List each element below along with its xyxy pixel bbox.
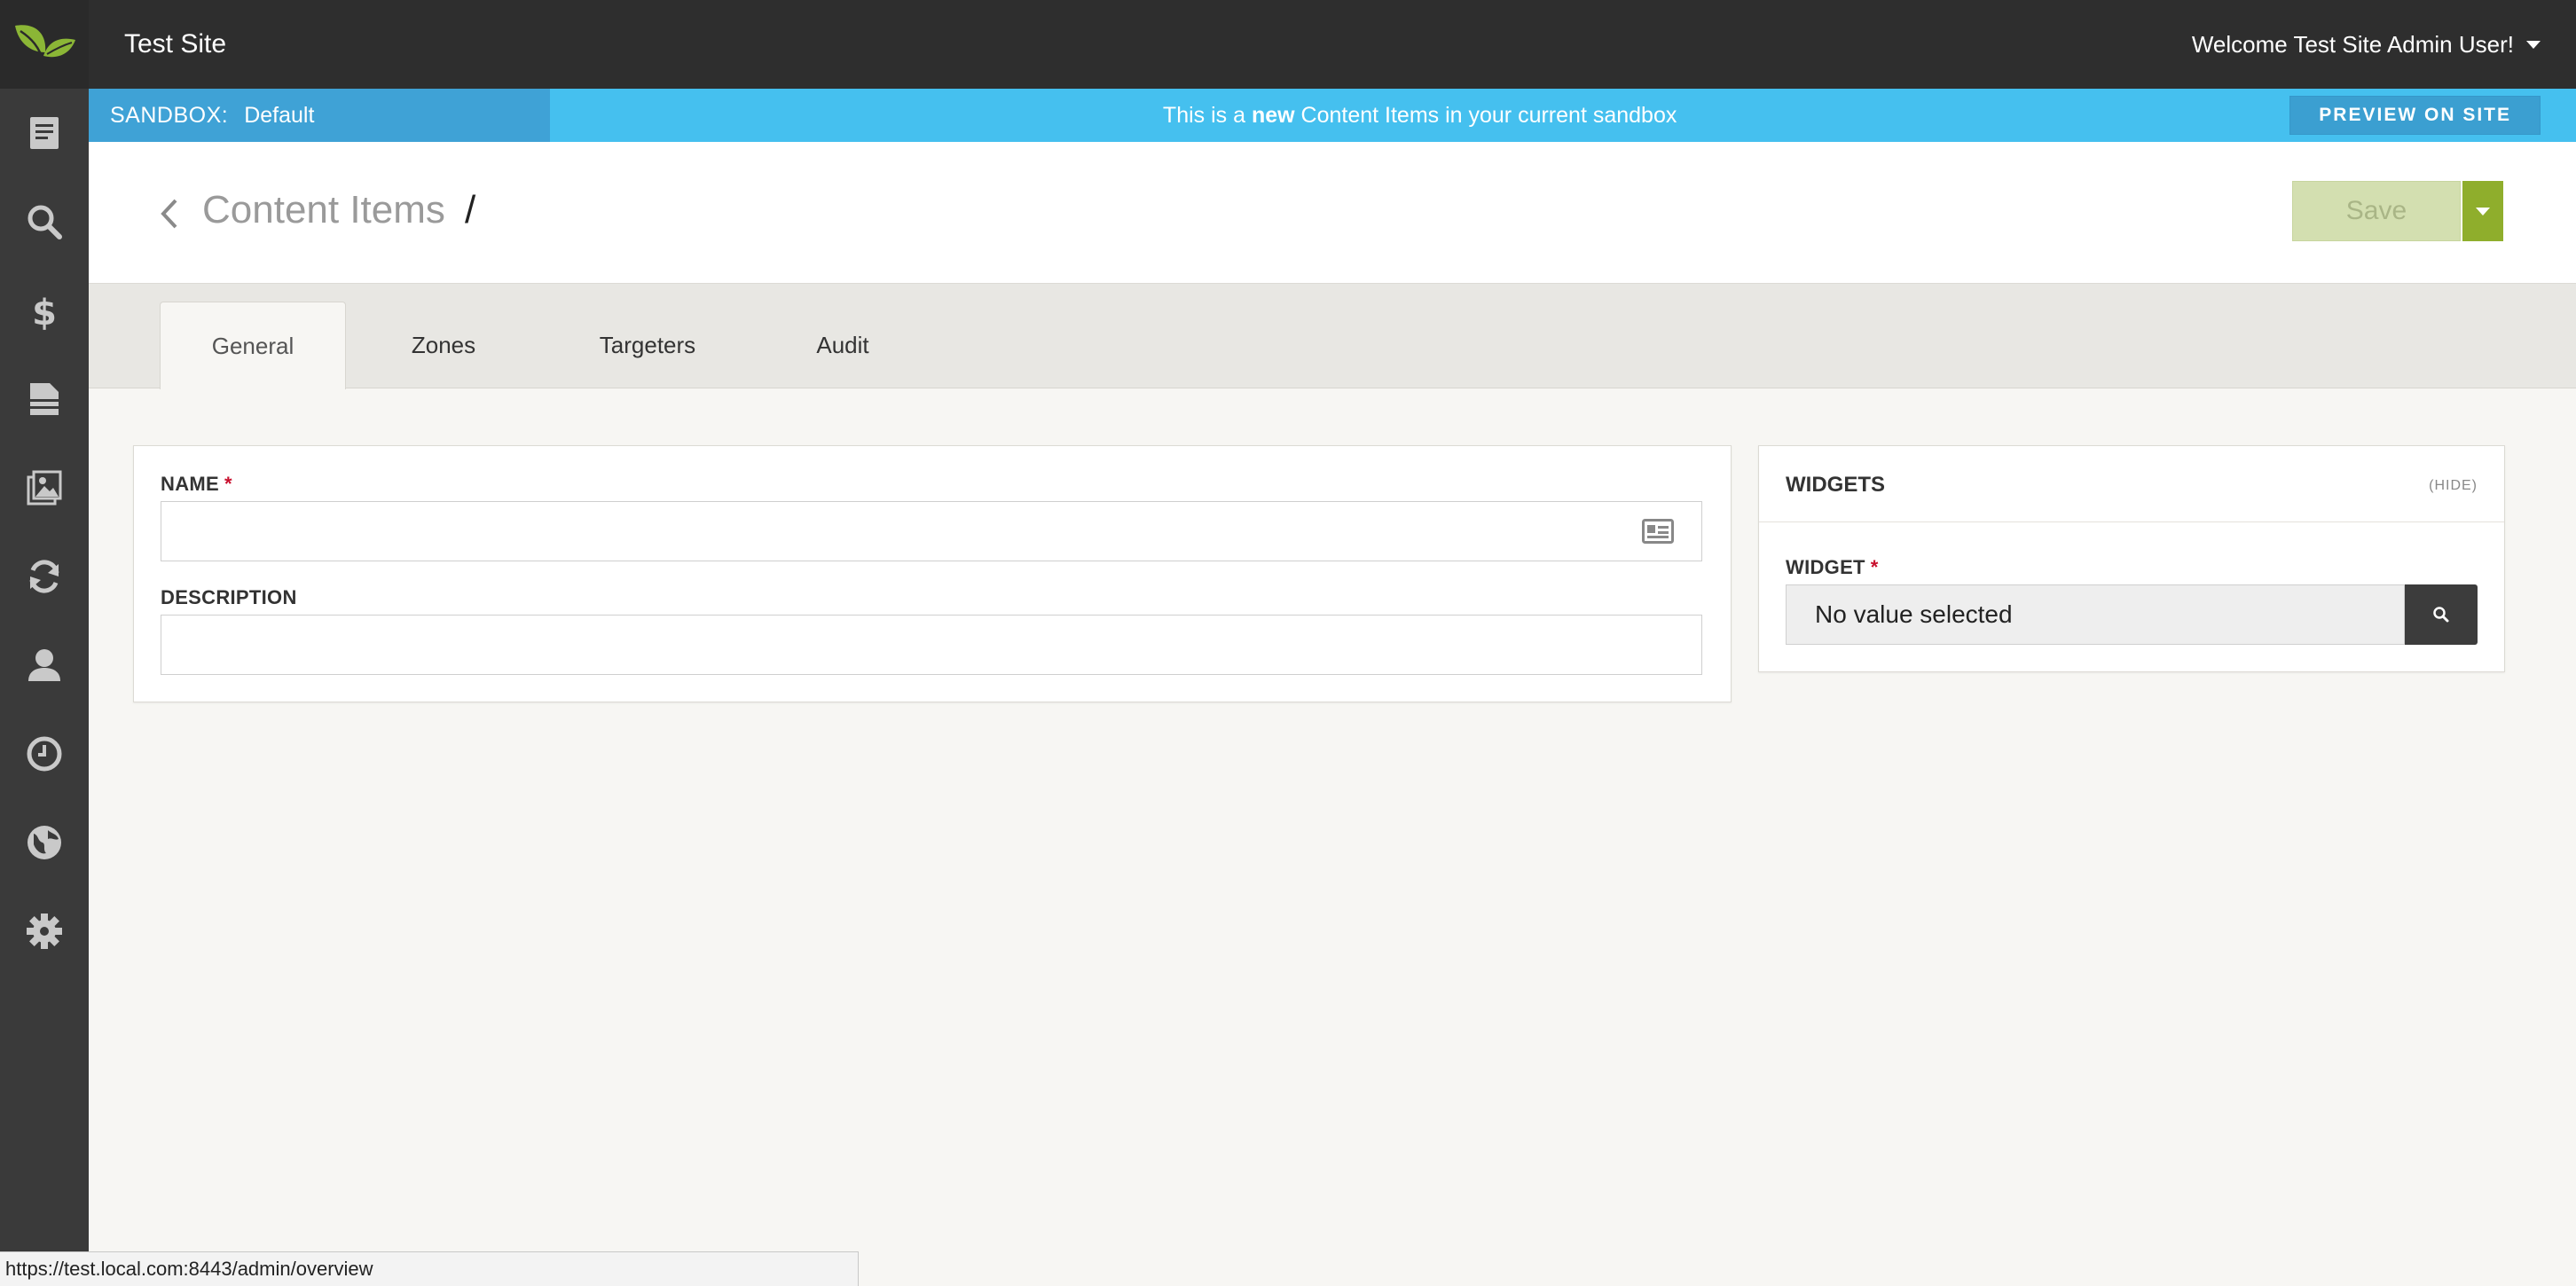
sandbox-selector[interactable]: SANDBOX: Default: [89, 89, 550, 142]
sidebar-item-customers[interactable]: [0, 621, 89, 710]
sandbox-message: This is a new Content Items in your curr…: [550, 103, 2289, 129]
name-label: NAME *: [161, 473, 232, 496]
widgets-card: WIDGETS (HIDE) WIDGET * No value selected: [1758, 445, 2505, 672]
preview-on-site-button[interactable]: PREVIEW ON SITE: [2289, 96, 2541, 135]
sidebar-item-settings[interactable]: [0, 887, 89, 976]
hide-widgets-link[interactable]: (HIDE): [2429, 478, 2478, 494]
required-marker: *: [1870, 556, 1879, 578]
globe-icon: [27, 826, 61, 859]
top-bar: Test Site Welcome Test Site Admin User!: [89, 0, 2576, 89]
chevron-down-icon: [2526, 40, 2541, 49]
sandbox-label: SANDBOX:: [110, 102, 229, 128]
sandbox-message-prefix: This is a: [1162, 102, 1252, 128]
document-icon: [30, 117, 59, 149]
description-label: DESCRIPTION: [161, 586, 297, 608]
tab-general[interactable]: General: [160, 302, 346, 389]
sandbox-message-bold: new: [1251, 102, 1295, 128]
sandbox-banner: SANDBOX: Default This is a new Content I…: [89, 89, 2576, 142]
page-header: Content Items / Save: [89, 142, 2576, 284]
required-marker: *: [224, 473, 232, 495]
search-icon: [27, 205, 62, 239]
save-button[interactable]: Save: [2292, 181, 2461, 241]
status-bar-url: https://test.local.com:8443/admin/overvi…: [0, 1251, 859, 1286]
search-icon: [2433, 607, 2449, 623]
save-button-group: Save: [2292, 181, 2503, 241]
widget-lookup-field[interactable]: No value selected: [1786, 584, 2405, 645]
tab-bar: General Zones Targeters Audit: [89, 284, 2576, 389]
sandbox-name: Default: [244, 102, 315, 128]
sidebar-item-pricing[interactable]: $: [0, 266, 89, 355]
logo[interactable]: [0, 0, 89, 89]
site-title[interactable]: Test Site: [124, 29, 226, 59]
tab-audit[interactable]: Audit: [781, 302, 905, 388]
general-form-card: NAME * DESCRIPTION: [133, 445, 1732, 702]
gear-icon: [27, 914, 62, 949]
widget-label-text: WIDGET: [1786, 556, 1865, 578]
breadcrumb-separator: /: [465, 188, 476, 231]
sidebar-item-history[interactable]: [0, 710, 89, 798]
sidebar-item-sites[interactable]: [0, 798, 89, 887]
widget-label: WIDGET *: [1786, 556, 1879, 579]
sidebar-item-content[interactable]: [0, 89, 89, 177]
leaf-logo-icon: [15, 25, 75, 64]
page-title[interactable]: Content Items: [202, 188, 445, 232]
user-menu[interactable]: Welcome Test Site Admin User!: [2192, 31, 2541, 59]
dollar-icon: $: [32, 293, 57, 330]
svg-text:$: $: [32, 293, 57, 330]
save-options-button[interactable]: [2461, 181, 2503, 241]
refresh-icon: [29, 560, 59, 593]
name-input[interactable]: [161, 501, 1702, 561]
user-icon: [28, 649, 60, 681]
id-card-icon[interactable]: [1642, 519, 1674, 544]
sandbox-message-suffix: Content Items in your current sandbox: [1294, 102, 1677, 128]
images-icon: [27, 470, 62, 506]
caret-down-icon: [2476, 207, 2490, 216]
chevron-left-icon[interactable]: [160, 197, 179, 231]
widgets-title: WIDGETS: [1786, 473, 1885, 497]
name-label-text: NAME: [161, 473, 219, 495]
user-greeting: Welcome Test Site Admin User!: [2191, 30, 2514, 58]
left-sidebar: $: [0, 0, 89, 1286]
widgets-card-header: WIDGETS (HIDE): [1759, 446, 2504, 522]
sidebar-item-assets[interactable]: [0, 443, 89, 532]
sidebar-item-search[interactable]: [0, 177, 89, 266]
widget-lookup-button[interactable]: [2405, 584, 2478, 645]
tab-targeters[interactable]: Targeters: [568, 302, 727, 388]
tab-zones[interactable]: Zones: [381, 302, 506, 388]
clock-icon: [27, 736, 62, 772]
sidebar-nav: $: [0, 89, 89, 976]
description-input[interactable]: [161, 615, 1702, 675]
sidebar-item-workflow[interactable]: [0, 532, 89, 621]
page-stack-icon: [30, 383, 59, 415]
sidebar-item-pages[interactable]: [0, 355, 89, 443]
